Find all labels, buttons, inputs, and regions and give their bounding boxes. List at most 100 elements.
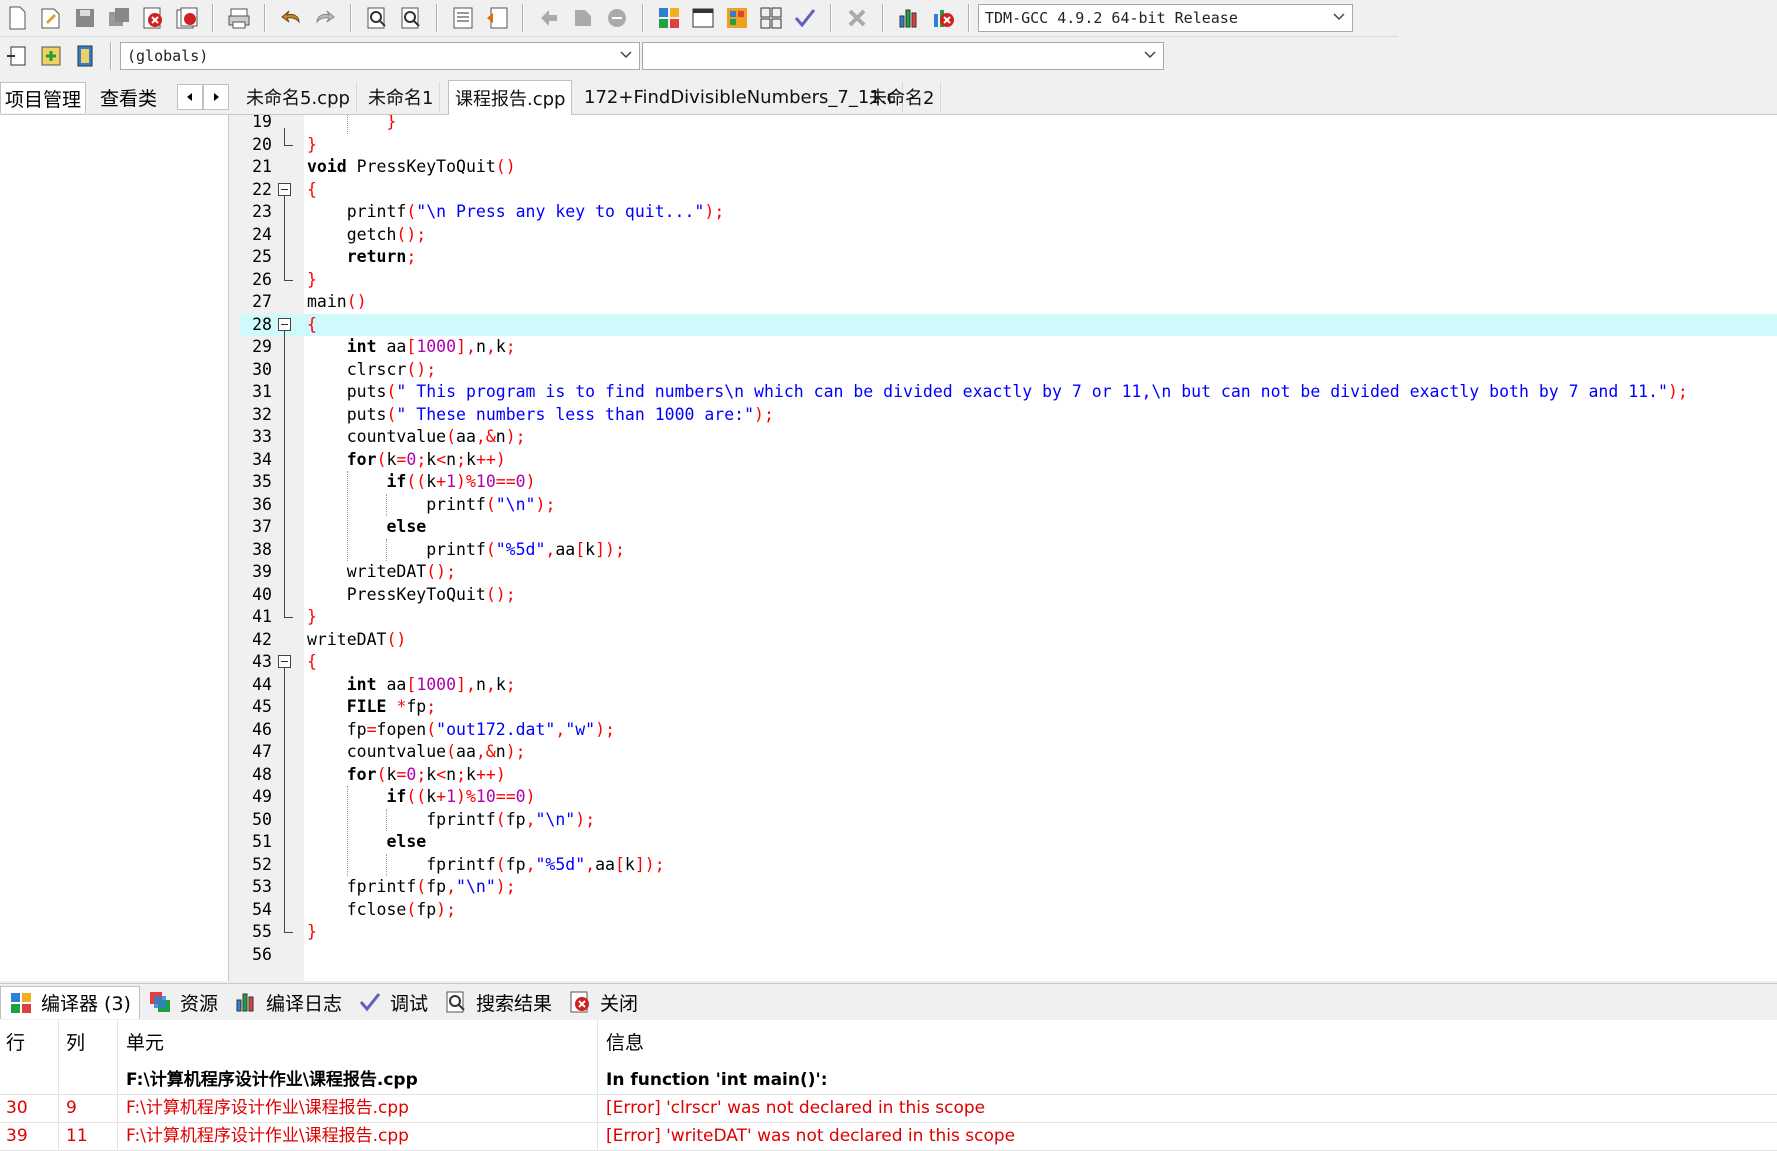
code-line[interactable]: 30 clrscr(); (240, 359, 1777, 382)
open-file-icon[interactable] (36, 3, 66, 33)
code-line[interactable]: 35 if((k+1)%10==0) (240, 471, 1777, 494)
save-all-icon[interactable] (104, 3, 134, 33)
code-text: } (307, 134, 317, 154)
code-line[interactable]: 31 puts(" This program is to find number… (240, 381, 1777, 404)
compiler-select[interactable]: TDM-GCC 4.9.2 64-bit Release (978, 4, 1353, 32)
code-line[interactable]: 22 { (240, 179, 1777, 202)
code-line[interactable]: 55} (240, 921, 1777, 944)
delete-profile-icon[interactable] (928, 3, 958, 33)
code-line[interactable]: 49 if((k+1)%10==0) (240, 786, 1777, 809)
code-line[interactable]: 40 PressKeyToQuit(); (240, 584, 1777, 607)
editor-tab[interactable]: 未命名2 (863, 82, 942, 112)
compile-run-icon[interactable] (722, 3, 752, 33)
code-line[interactable]: 34 for(k=0;k<n;k++) (240, 449, 1777, 472)
replace-icon[interactable] (396, 3, 426, 33)
tab-resources[interactable]: 资源 (140, 986, 226, 1018)
tab-class-browser[interactable]: 查看类 (96, 82, 161, 112)
run-icon[interactable] (688, 3, 718, 33)
back-icon[interactable] (534, 3, 564, 33)
code-line[interactable]: 42 writeDAT() (240, 629, 1777, 652)
compile-icon[interactable] (654, 3, 684, 33)
insert-icon[interactable] (2, 41, 32, 71)
editor-tab[interactable]: 未命名1 (362, 82, 441, 112)
fold-toggle-icon[interactable] (278, 317, 291, 331)
code-line[interactable]: 53 fprintf(fp,"\n"); (240, 876, 1777, 899)
code-line[interactable]: 41} (240, 606, 1777, 629)
code-line[interactable]: 43 { (240, 651, 1777, 674)
message-row-error[interactable]: 30 9 F:\计算机程序设计作业\课程报告.cpp [Error] 'clrs… (0, 1094, 1777, 1123)
toolbar-separator (882, 4, 884, 32)
header-unit[interactable]: 单元 (126, 1020, 164, 1062)
code-line[interactable]: 38 printf("%5d",aa[k]); (240, 539, 1777, 562)
find-icon[interactable] (362, 3, 392, 33)
tab-search-results[interactable]: 搜索结果 (436, 986, 560, 1018)
syntax-check-icon[interactable] (790, 3, 820, 33)
code-line[interactable]: 45 FILE *fp; (240, 696, 1777, 719)
header-info[interactable]: 信息 (606, 1020, 644, 1062)
fold-toggle-icon[interactable] (278, 182, 291, 196)
editor-tab[interactable]: 未命名5.cpp (240, 82, 357, 112)
member-select[interactable] (642, 42, 1164, 70)
code-line[interactable]: 50 fprintf(fp,"\n"); (240, 809, 1777, 832)
code-text: for(k=0;k<n;k++) (346, 449, 506, 469)
undo-icon[interactable] (276, 3, 306, 33)
save-icon[interactable] (70, 3, 100, 33)
code-line[interactable]: 33 countvalue(aa,&n); (240, 426, 1777, 449)
toggle-panel-icon[interactable] (70, 41, 100, 71)
tab-compile-log[interactable]: 编译日志 (226, 986, 350, 1018)
project-panel[interactable] (0, 115, 229, 981)
indent-icon[interactable] (448, 3, 478, 33)
code-line[interactable]: 19 } (240, 115, 1777, 134)
stop-icon[interactable] (842, 3, 872, 33)
code-line[interactable]: 27 main() (240, 291, 1777, 314)
code-line[interactable]: 25 return; (240, 246, 1777, 269)
code-line[interactable]: 32 puts(" These numbers less than 1000 a… (240, 404, 1777, 427)
code-line[interactable]: 48 for(k=0;k<n;k++) (240, 764, 1777, 787)
code-line[interactable]: 56 (240, 944, 1777, 967)
tab-debug[interactable]: 调试 (350, 986, 436, 1018)
redo-icon[interactable] (310, 3, 340, 33)
bookmark-icon[interactable] (602, 3, 632, 33)
code-line[interactable]: 37 else (240, 516, 1777, 539)
tab-label: 搜索结果 (476, 992, 553, 1015)
code-editor[interactable]: 19 } 20} 21 void PressKeyToQuit() 22{23 prin… (240, 115, 1777, 981)
code-line[interactable]: 46 fp=fopen("out172.dat","w"); (240, 719, 1777, 742)
unindent-icon[interactable] (482, 3, 512, 33)
scope-select[interactable]: (globals) (120, 42, 640, 70)
fold-toggle-icon[interactable] (278, 655, 291, 668)
editor-tab[interactable]: 172+FindDivisibleNumbers_7_11.c (578, 82, 904, 112)
message-row[interactable]: F:\计算机程序设计作业\课程报告.cpp In function 'int m… (0, 1066, 1777, 1095)
code-line[interactable]: 51 else (240, 831, 1777, 854)
editor-tab-active[interactable]: 课程报告.cpp (448, 80, 573, 115)
rebuild-icon[interactable] (756, 3, 786, 33)
header-line[interactable]: 行 (6, 1020, 25, 1062)
new-file-icon[interactable] (2, 3, 32, 33)
code-line[interactable]: 54 fclose(fp); (240, 899, 1777, 922)
message-row-error[interactable]: 39 11 F:\计算机程序设计作业\课程报告.cpp [Error] 'wri… (0, 1122, 1777, 1151)
code-line[interactable]: 47 countvalue(aa,&n); (240, 741, 1777, 764)
close-file-icon[interactable] (138, 3, 168, 33)
code-line[interactable]: 39 writeDAT(); (240, 561, 1777, 584)
code-line[interactable]: 29 int aa[1000],n,k; (240, 336, 1777, 359)
code-line[interactable]: 23 printf("\n Press any key to quit...")… (240, 201, 1777, 224)
scroll-right-icon[interactable] (203, 84, 229, 110)
tab-close[interactable]: 关闭 (560, 986, 646, 1018)
profile-icon[interactable] (894, 3, 924, 33)
tab-compiler[interactable]: 编译器 (3) (0, 985, 140, 1019)
add-icon[interactable] (36, 41, 66, 71)
code-line[interactable]: 20} (240, 133, 1777, 157)
code-line[interactable]: 36 printf("\n"); (240, 494, 1777, 517)
chevron-down-icon (619, 48, 633, 66)
code-line[interactable]: 26} (240, 268, 1777, 292)
code-line[interactable]: 24 getch(); (240, 224, 1777, 247)
code-line[interactable]: 44 int aa[1000],n,k; (240, 674, 1777, 697)
code-line[interactable]: 21 void PressKeyToQuit() (240, 156, 1777, 179)
header-col[interactable]: 列 (66, 1020, 85, 1062)
forward-icon[interactable] (568, 3, 598, 33)
close-all-icon[interactable] (172, 3, 202, 33)
code-line[interactable]: 52 fprintf(fp,"%5d",aa[k]); (240, 854, 1777, 877)
scroll-left-icon[interactable] (177, 84, 203, 110)
tab-project-manager[interactable]: 项目管理 (0, 82, 87, 113)
print-icon[interactable] (224, 3, 254, 33)
code-line[interactable]: 28 { (240, 313, 1777, 336)
